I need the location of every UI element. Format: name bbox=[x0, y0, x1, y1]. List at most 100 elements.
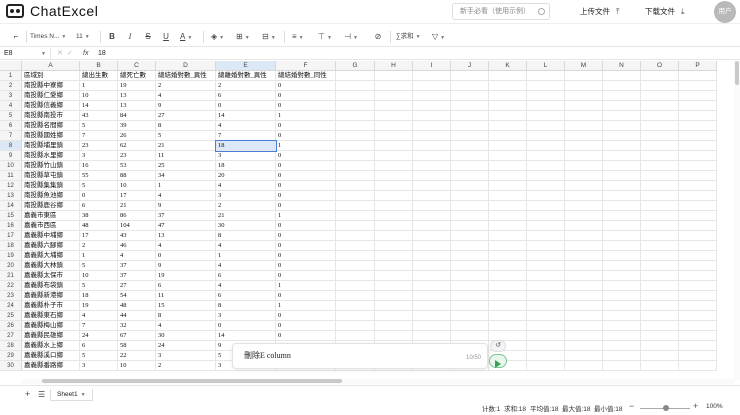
data-cell[interactable]: 0 bbox=[276, 241, 336, 251]
empty-cell[interactable] bbox=[451, 151, 489, 161]
empty-cell[interactable] bbox=[336, 171, 375, 181]
empty-cell[interactable] bbox=[451, 231, 489, 241]
empty-cell[interactable] bbox=[527, 361, 565, 371]
data-cell[interactable]: 23 bbox=[80, 141, 118, 151]
data-cell[interactable]: 嘉義縣水上鄉 bbox=[22, 341, 80, 351]
empty-cell[interactable] bbox=[336, 141, 375, 151]
empty-cell[interactable] bbox=[375, 201, 413, 211]
empty-cell[interactable] bbox=[336, 311, 375, 321]
empty-cell[interactable] bbox=[679, 241, 717, 251]
empty-cell[interactable] bbox=[336, 231, 375, 241]
empty-cell[interactable] bbox=[375, 141, 413, 151]
column-header-e[interactable]: E bbox=[216, 61, 276, 71]
empty-cell[interactable] bbox=[679, 101, 717, 111]
data-cell[interactable]: 17 bbox=[80, 231, 118, 241]
empty-cell[interactable] bbox=[451, 91, 489, 101]
empty-cell[interactable] bbox=[603, 281, 641, 291]
empty-cell[interactable] bbox=[527, 191, 565, 201]
data-cell[interactable]: 南投縣鹿谷鄉 bbox=[22, 201, 80, 211]
empty-cell[interactable] bbox=[527, 111, 565, 121]
empty-cell[interactable] bbox=[565, 151, 603, 161]
zoom-in-icon[interactable]: + bbox=[693, 401, 698, 411]
empty-cell[interactable] bbox=[375, 331, 413, 341]
empty-cell[interactable] bbox=[679, 131, 717, 141]
empty-cell[interactable] bbox=[603, 91, 641, 101]
empty-cell[interactable] bbox=[489, 161, 527, 171]
empty-cell[interactable] bbox=[375, 231, 413, 241]
empty-cell[interactable] bbox=[603, 251, 641, 261]
empty-cell[interactable] bbox=[336, 81, 375, 91]
empty-cell[interactable] bbox=[336, 301, 375, 311]
data-cell[interactable]: 30 bbox=[156, 331, 216, 341]
cell-name-box[interactable]: E8 ▼ bbox=[0, 48, 51, 60]
empty-cell[interactable] bbox=[603, 131, 641, 141]
empty-cell[interactable] bbox=[375, 241, 413, 251]
empty-cell[interactable] bbox=[375, 151, 413, 161]
data-cell[interactable]: 嘉義縣布袋鎮 bbox=[22, 281, 80, 291]
empty-cell[interactable] bbox=[527, 271, 565, 281]
empty-cell[interactable] bbox=[641, 101, 679, 111]
empty-cell[interactable] bbox=[565, 261, 603, 271]
column-header-i[interactable]: I bbox=[413, 61, 451, 71]
empty-cell[interactable] bbox=[603, 211, 641, 221]
empty-cell[interactable] bbox=[641, 321, 679, 331]
empty-cell[interactable] bbox=[641, 181, 679, 191]
data-cell[interactable]: 1 bbox=[276, 141, 336, 151]
data-cell[interactable]: 3 bbox=[80, 361, 118, 371]
empty-cell[interactable] bbox=[641, 261, 679, 271]
empty-cell[interactable] bbox=[413, 91, 451, 101]
data-cell[interactable]: 84 bbox=[118, 111, 156, 121]
data-cell[interactable]: 26 bbox=[118, 131, 156, 141]
empty-cell[interactable] bbox=[413, 251, 451, 261]
empty-cell[interactable] bbox=[451, 311, 489, 321]
app-logo[interactable]: ChatExcel bbox=[6, 3, 98, 19]
empty-cell[interactable] bbox=[527, 81, 565, 91]
empty-cell[interactable] bbox=[451, 141, 489, 151]
empty-cell[interactable] bbox=[565, 111, 603, 121]
empty-cell[interactable] bbox=[679, 81, 717, 91]
format-painter-icon[interactable]: ⌐ bbox=[10, 30, 22, 44]
empty-cell[interactable] bbox=[565, 81, 603, 91]
empty-cell[interactable] bbox=[451, 131, 489, 141]
data-cell[interactable]: 4 bbox=[216, 241, 276, 251]
data-cell[interactable]: 8 bbox=[216, 231, 276, 241]
empty-cell[interactable] bbox=[375, 121, 413, 131]
empty-cell[interactable] bbox=[679, 321, 717, 331]
empty-cell[interactable] bbox=[641, 201, 679, 211]
data-cell[interactable]: 0 bbox=[276, 151, 336, 161]
empty-cell[interactable] bbox=[641, 171, 679, 181]
column-header-j[interactable]: J bbox=[451, 61, 489, 71]
empty-cell[interactable] bbox=[336, 271, 375, 281]
data-cell[interactable]: 53 bbox=[118, 161, 156, 171]
data-cell[interactable]: 27 bbox=[156, 111, 216, 121]
data-cell[interactable]: 南投縣仁愛鄉 bbox=[22, 91, 80, 101]
empty-cell[interactable] bbox=[413, 261, 451, 271]
empty-cell[interactable] bbox=[565, 221, 603, 231]
empty-cell[interactable] bbox=[679, 201, 717, 211]
data-cell[interactable]: 37 bbox=[118, 261, 156, 271]
empty-cell[interactable] bbox=[641, 131, 679, 141]
empty-cell[interactable] bbox=[641, 291, 679, 301]
empty-cell[interactable] bbox=[565, 211, 603, 221]
empty-cell[interactable] bbox=[451, 211, 489, 221]
data-cell[interactable]: 0 bbox=[276, 101, 336, 111]
vertical-scrollbar[interactable] bbox=[734, 61, 740, 380]
empty-cell[interactable] bbox=[603, 351, 641, 361]
empty-cell[interactable] bbox=[603, 71, 641, 81]
empty-cell[interactable] bbox=[527, 201, 565, 211]
column-header-p[interactable]: P bbox=[679, 61, 717, 71]
empty-cell[interactable] bbox=[641, 191, 679, 201]
empty-cell[interactable] bbox=[489, 281, 527, 291]
empty-cell[interactable] bbox=[489, 191, 527, 201]
font-size-select[interactable]: 11 ▼ bbox=[76, 30, 96, 44]
download-button[interactable]: 下载文件 ⤓ bbox=[645, 6, 685, 17]
empty-cell[interactable] bbox=[413, 171, 451, 181]
row-header[interactable]: 17 bbox=[0, 231, 22, 241]
data-cell[interactable]: 104 bbox=[118, 221, 156, 231]
data-cell[interactable]: 6 bbox=[216, 291, 276, 301]
empty-cell[interactable] bbox=[451, 331, 489, 341]
empty-cell[interactable] bbox=[527, 241, 565, 251]
data-cell[interactable]: 南投縣草屯鎮 bbox=[22, 171, 80, 181]
data-cell[interactable]: 4 bbox=[156, 321, 216, 331]
row-header[interactable]: 28 bbox=[0, 341, 22, 351]
